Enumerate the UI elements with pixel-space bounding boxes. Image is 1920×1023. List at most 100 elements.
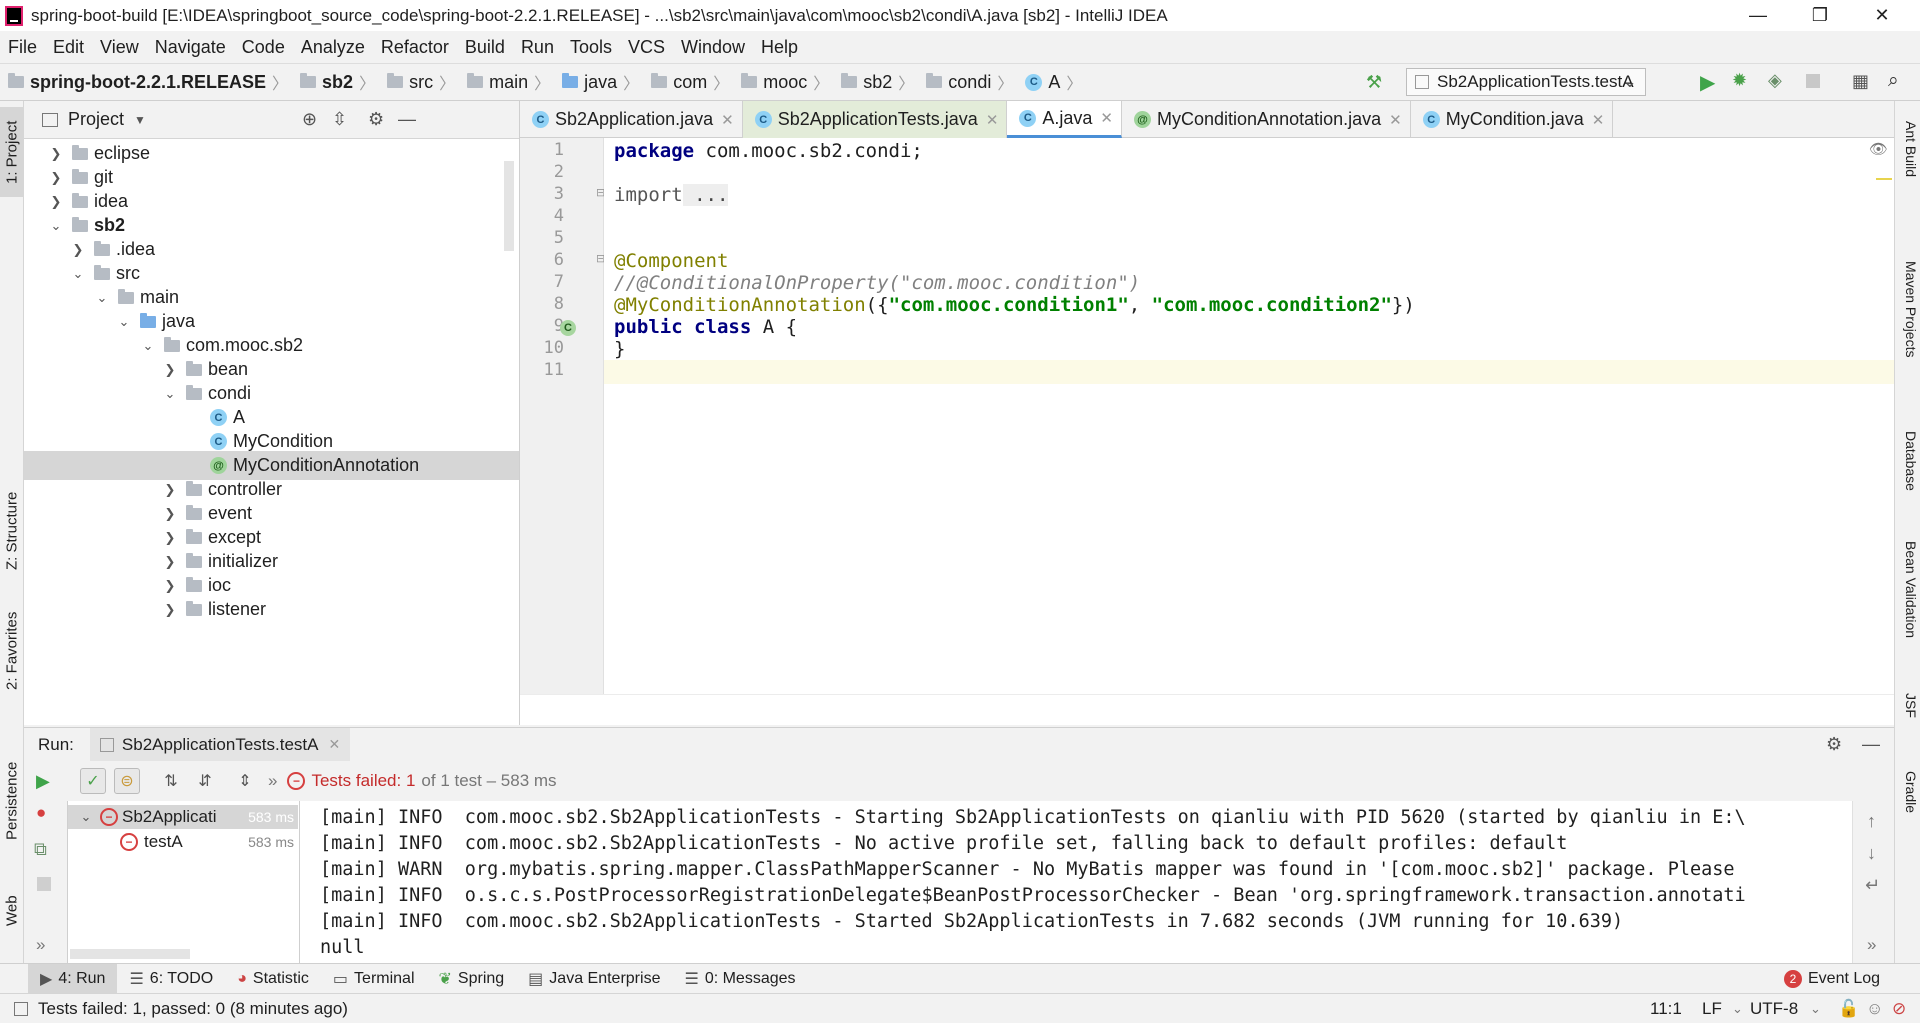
tool-window-persistence[interactable]: Persistence [0, 751, 24, 851]
chevron-down-icon[interactable]: ⌄ [46, 218, 66, 234]
line-separator[interactable]: LF [1702, 999, 1722, 1019]
tab-spring[interactable]: ❦ Spring [427, 964, 517, 994]
test-suite-row[interactable]: ⌄ − Sb2Applicati 583 ms [68, 805, 298, 829]
tool-window-favorites[interactable]: 2: Favorites [0, 601, 24, 701]
chevron-down-icon[interactable]: ⌄ [68, 266, 88, 282]
gear-icon[interactable]: ⚙ [368, 109, 384, 130]
tool-window-ant-build[interactable]: Ant Build [1897, 121, 1919, 177]
eye-icon[interactable]: 👁 [1869, 140, 1888, 158]
toggle-auto-test-icon[interactable]: ⧉ [34, 839, 47, 860]
more-icon[interactable]: » [1867, 935, 1876, 955]
close-icon[interactable]: ✕ [1389, 111, 1402, 129]
error-stripe-marker[interactable] [1876, 178, 1892, 180]
chevron-right-icon[interactable]: ❯ [68, 242, 88, 258]
sort-alpha-icon[interactable]: ⇅ [158, 768, 184, 794]
tab-terminal[interactable]: ▭ Terminal [321, 964, 427, 994]
close-icon[interactable]: ✕ [986, 111, 999, 129]
breadcrumb-item[interactable]: sb2 〉 [292, 70, 379, 94]
tab-sb2application[interactable]: C Sb2Application.java ✕ [520, 101, 743, 138]
minimize-button[interactable]: — [1728, 0, 1788, 31]
expand-all-icon[interactable]: ⇕ [232, 768, 258, 794]
scrollbar[interactable] [504, 161, 514, 251]
test-case-row[interactable]: − testA 583 ms [68, 830, 298, 854]
breadcrumb-item[interactable]: java 〉 [554, 70, 643, 94]
menu-navigate[interactable]: Navigate [147, 37, 234, 58]
rerun-failed-icon[interactable]: ● [36, 803, 46, 823]
coverage-icon[interactable]: ◈ [1768, 70, 1782, 91]
menu-run[interactable]: Run [513, 37, 562, 58]
run-tab[interactable]: Sb2ApplicationTests.testA ✕ [89, 727, 351, 762]
chevron-down-icon[interactable]: ⌄ [76, 809, 96, 825]
debug-icon[interactable]: ✹ [1732, 70, 1747, 91]
chevron-down-icon[interactable]: ⌄ [114, 314, 134, 330]
tool-window-maven[interactable]: Maven Projects [1897, 261, 1919, 357]
chevron-right-icon[interactable]: ❯ [160, 578, 180, 594]
menu-tools[interactable]: Tools [562, 37, 620, 58]
more-icon[interactable]: » [268, 771, 277, 791]
breadcrumb-item[interactable]: com 〉 [643, 70, 733, 94]
locate-icon[interactable]: ⊕ [302, 109, 317, 130]
collapse-all-icon[interactable]: ⇳ [332, 109, 347, 130]
tool-window-gradle[interactable]: Gradle [1897, 771, 1919, 813]
arrow-up-icon[interactable]: ↑ [1867, 811, 1876, 832]
tab-statistic[interactable]: ◕ Statistic [225, 964, 321, 994]
menu-vcs[interactable]: VCS [620, 37, 673, 58]
tab-java-enterprise[interactable]: ▤ Java Enterprise [516, 964, 672, 994]
menu-file[interactable]: File [0, 37, 45, 58]
breadcrumb-item[interactable]: main 〉 [459, 70, 554, 94]
soft-wrap-icon[interactable]: ↵ [1865, 875, 1880, 896]
tab-messages[interactable]: ☰ 0: Messages [672, 964, 807, 994]
menu-view[interactable]: View [92, 37, 147, 58]
hide-panel-icon[interactable]: — [1862, 734, 1880, 755]
tab-mycondition[interactable]: C MyCondition.java ✕ [1411, 101, 1614, 138]
menu-edit[interactable]: Edit [45, 37, 92, 58]
scrollbar[interactable] [70, 949, 190, 959]
tool-window-bean-validation[interactable]: Bean Validation [1897, 541, 1919, 638]
tab-run[interactable]: ▶ 4: Run [28, 963, 118, 994]
close-icon[interactable]: ✕ [721, 111, 734, 129]
chevron-right-icon[interactable]: ❯ [160, 362, 180, 378]
show-passed-icon[interactable]: ✓ [80, 768, 106, 794]
menu-analyze[interactable]: Analyze [293, 37, 373, 58]
tool-window-structure[interactable]: Z: Structure [0, 481, 24, 581]
arrow-down-icon[interactable]: ↓ [1867, 843, 1876, 864]
close-icon[interactable]: ✕ [1100, 109, 1113, 127]
tool-window-database[interactable]: Database [1897, 431, 1919, 491]
tab-event-log[interactable]: 2 Event Log [1772, 964, 1892, 994]
chevron-right-icon[interactable]: ❯ [46, 194, 66, 210]
chevron-right-icon[interactable]: ❯ [46, 170, 66, 186]
build-hammer-icon[interactable]: ⚒ [1366, 72, 1382, 93]
show-ignored-icon[interactable]: ⊜ [114, 768, 140, 794]
menu-build[interactable]: Build [457, 37, 513, 58]
chevron-right-icon[interactable]: ❯ [46, 146, 66, 162]
tool-window-jsf[interactable]: JSF [1897, 693, 1919, 718]
chevron-right-icon[interactable]: ❯ [160, 602, 180, 618]
spring-bean-gutter-icon[interactable]: C [560, 316, 578, 336]
console-output[interactable]: [main] INFO com.mooc.sb2.Sb2ApplicationT… [300, 801, 1852, 963]
more-icon[interactable]: » [36, 935, 45, 955]
caret-position[interactable]: 11:1 [1650, 999, 1682, 1019]
run-icon[interactable]: ▶ [1700, 70, 1715, 95]
tool-window-project[interactable]: 1: Project [0, 107, 24, 197]
rerun-icon[interactable]: ▶ [36, 771, 50, 792]
tree-item-listener[interactable]: ❯ listener [24, 595, 519, 624]
chevron-right-icon[interactable]: ❯ [160, 554, 180, 570]
breadcrumb-item[interactable]: src 〉 [379, 70, 459, 94]
menu-window[interactable]: Window [673, 37, 753, 58]
chevron-right-icon[interactable]: ❯ [160, 506, 180, 522]
sort-duration-icon[interactable]: ⇵ [192, 768, 218, 794]
close-icon[interactable]: ✕ [328, 736, 340, 753]
breadcrumb-item[interactable]: spring-boot-2.2.1.RELEASE 〉 [0, 70, 292, 94]
tab-todo[interactable]: ☰ 6: TODO [117, 964, 225, 994]
stop-icon[interactable] [37, 877, 51, 891]
project-structure-icon[interactable]: ▦ [1852, 71, 1869, 92]
search-everywhere-icon[interactable]: ⌕ [1888, 70, 1899, 92]
lock-icon[interactable]: 🔓 [1838, 999, 1859, 1019]
run-config-select[interactable]: Sb2ApplicationTests.testA ⌄ [1406, 68, 1646, 96]
menu-code[interactable]: Code [234, 37, 293, 58]
chevron-right-icon[interactable]: ❯ [160, 530, 180, 546]
menu-refactor[interactable]: Refactor [373, 37, 457, 58]
tab-myconditionannotation[interactable]: @ MyConditionAnnotation.java ✕ [1122, 101, 1411, 138]
gear-icon[interactable]: ⚙ [1826, 734, 1842, 755]
breadcrumb-item[interactable]: condi 〉 [918, 70, 1017, 94]
